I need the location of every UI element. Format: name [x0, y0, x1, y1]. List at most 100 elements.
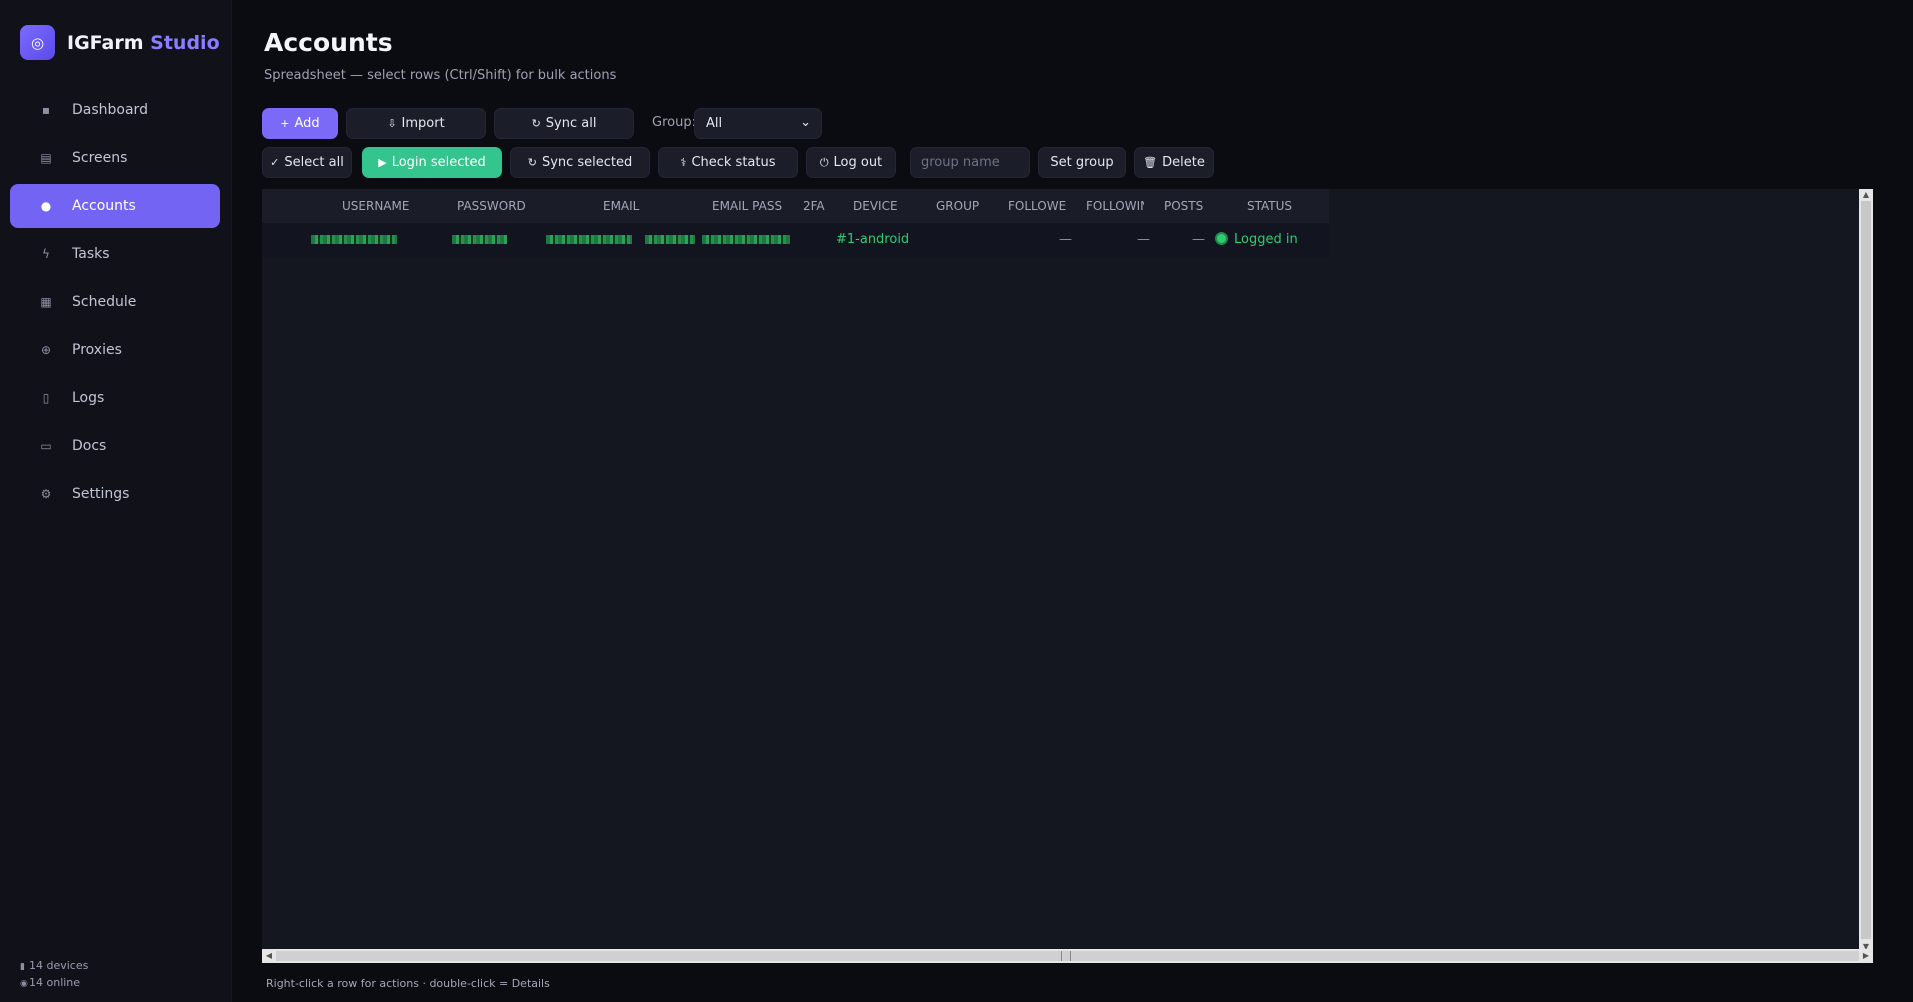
redacted-email-1 — [546, 235, 632, 244]
set-group-button[interactable]: Set group — [1038, 147, 1126, 178]
column-header-group[interactable]: GROUP — [936, 189, 996, 223]
calendar-icon: ▦ — [40, 295, 52, 309]
device-summary: ▮ 14 devices ◉14 online — [20, 958, 88, 992]
column-header-email-pass[interactable]: EMAIL PASS — [712, 189, 792, 223]
status-cell: Logged in — [1215, 223, 1298, 257]
bolt-icon: ϟ — [42, 247, 50, 261]
redacted-password — [452, 235, 507, 244]
sync-selected-button[interactable]: ↻ Sync selected — [510, 147, 650, 178]
select-all-button[interactable]: ✓ Select all — [262, 147, 352, 178]
column-header-password[interactable]: PASSWORD — [457, 189, 537, 223]
refresh-icon: ↻ — [527, 156, 537, 169]
sidebar-item-label: Screens — [72, 150, 128, 166]
play-icon: ▶ — [378, 156, 387, 169]
vertical-scroll-thumb[interactable] — [1861, 201, 1871, 939]
status-online-icon — [1215, 232, 1228, 245]
sidebar-item-label: Logs — [72, 390, 105, 406]
page-subtitle: Spreadsheet — select rows (Ctrl/Shift) f… — [264, 68, 617, 83]
sidebar-item-settings[interactable]: ⚙ Settings — [10, 472, 220, 516]
add-label: Add — [294, 116, 320, 131]
book-icon: ▭ — [40, 439, 52, 453]
online-icon: ◉ — [20, 979, 28, 989]
sidebar: ◎ IGFarm Studio ▪ Dashboard ▤ Screens ● … — [0, 0, 232, 1002]
device-icon: ▮ — [20, 962, 25, 972]
sidebar-item-label: Schedule — [72, 294, 137, 310]
log-out-label: Log out — [833, 155, 883, 170]
import-icon: ⇩ — [387, 117, 397, 130]
device-count: 14 devices — [29, 959, 89, 972]
logout-icon: ⏻ — [819, 155, 829, 169]
check-status-button[interactable]: ⚕ Check status — [658, 147, 798, 178]
sync-all-label: Sync all — [545, 116, 597, 131]
column-header-posts[interactable]: POSTS — [1164, 189, 1204, 223]
vertical-scrollbar[interactable]: ▲ ▼ — [1859, 189, 1873, 953]
scroll-left-icon[interactable]: ◀ — [262, 949, 276, 963]
login-selected-button[interactable]: ▶ Login selected — [362, 147, 502, 178]
plus-icon: + — [280, 117, 290, 130]
scroll-right-icon[interactable]: ▶ — [1859, 949, 1873, 963]
gear-icon: ⚙ — [40, 487, 52, 501]
add-button[interactable]: + Add — [262, 108, 338, 139]
select-all-label: Select all — [284, 155, 344, 170]
document-icon: ▯ — [42, 391, 50, 405]
check-icon: ✓ — [270, 156, 280, 169]
footer-hint: Right-click a row for actions · double-c… — [266, 977, 550, 990]
redacted-email-pass — [702, 235, 790, 244]
delete-button[interactable]: 🗑 Delete — [1134, 147, 1214, 178]
delete-label: Delete — [1162, 155, 1205, 170]
page-title: Accounts — [264, 28, 393, 57]
status-text: Logged in — [1234, 232, 1298, 247]
horizontal-scrollbar[interactable]: ◀ ▶ — [262, 949, 1873, 963]
log-out-button[interactable]: ⏻ Log out — [806, 147, 896, 178]
table-row[interactable]: #1-android — — — Logged in — [262, 223, 1329, 257]
column-header-2fa[interactable]: 2FA — [803, 189, 829, 223]
sidebar-item-schedule[interactable]: ▦ Schedule — [10, 280, 220, 324]
sidebar-item-proxies[interactable]: ⊕ Proxies — [10, 328, 220, 372]
group-filter-label: Group: — [652, 115, 696, 130]
sidebar-item-label: Accounts — [72, 198, 136, 214]
followers-cell: — — [1059, 232, 1072, 247]
sidebar-item-docs[interactable]: ▭ Docs — [10, 424, 220, 468]
user-icon: ● — [40, 199, 52, 213]
column-header-username[interactable]: USERNAME — [342, 189, 432, 223]
grid-header: USERNAME PASSWORD EMAIL EMAIL PASS 2FA D… — [262, 189, 1329, 223]
column-header-device[interactable]: DEVICE — [853, 189, 913, 223]
following-cell: — — [1137, 232, 1150, 247]
scroll-up-icon[interactable]: ▲ — [1859, 189, 1873, 201]
sidebar-item-logs[interactable]: ▯ Logs — [10, 376, 220, 420]
sidebar-item-label: Proxies — [72, 342, 122, 358]
sidebar-nav: ▪ Dashboard ▤ Screens ● Accounts ϟ Tasks… — [10, 88, 220, 520]
group-filter-value: All — [706, 116, 723, 131]
redacted-email-2 — [645, 235, 695, 244]
set-group-label: Set group — [1050, 155, 1114, 170]
sidebar-item-label: Tasks — [72, 246, 110, 262]
group-name-input[interactable] — [910, 147, 1030, 178]
sidebar-item-accounts[interactable]: ● Accounts — [10, 184, 220, 228]
device-cell: #1-android — [836, 232, 910, 247]
brand: ◎ IGFarm Studio — [20, 25, 220, 60]
sidebar-item-label: Docs — [72, 438, 107, 454]
posts-cell: — — [1192, 232, 1205, 247]
chevron-down-icon: ⌄ — [800, 115, 811, 130]
column-header-status[interactable]: STATUS — [1247, 189, 1307, 223]
sidebar-item-label: Settings — [72, 486, 130, 502]
group-filter-select[interactable]: All ⌄ — [694, 108, 822, 139]
sidebar-item-screens[interactable]: ▤ Screens — [10, 136, 220, 180]
column-header-following[interactable]: FOLLOWIN — [1086, 189, 1144, 223]
import-button[interactable]: ⇩ Import — [346, 108, 486, 139]
column-header-followers[interactable]: FOLLOWEF — [1008, 189, 1067, 223]
stethoscope-icon: ⚕ — [680, 156, 687, 169]
sidebar-item-dashboard[interactable]: ▪ Dashboard — [10, 88, 220, 132]
sync-selected-label: Sync selected — [541, 155, 633, 170]
online-count: 14 online — [29, 976, 81, 989]
import-label: Import — [401, 116, 445, 131]
refresh-icon: ↻ — [531, 117, 541, 130]
trash-icon: 🗑 — [1143, 156, 1158, 169]
sidebar-item-tasks[interactable]: ϟ Tasks — [10, 232, 220, 276]
check-status-label: Check status — [691, 155, 776, 170]
accounts-grid[interactable]: USERNAME PASSWORD EMAIL EMAIL PASS 2FA D… — [262, 189, 1873, 953]
dashboard-icon: ▪ — [41, 103, 51, 117]
sync-all-button[interactable]: ↻ Sync all — [494, 108, 634, 139]
column-header-email[interactable]: EMAIL — [603, 189, 663, 223]
brand-name: IGFarm Studio — [67, 31, 220, 54]
